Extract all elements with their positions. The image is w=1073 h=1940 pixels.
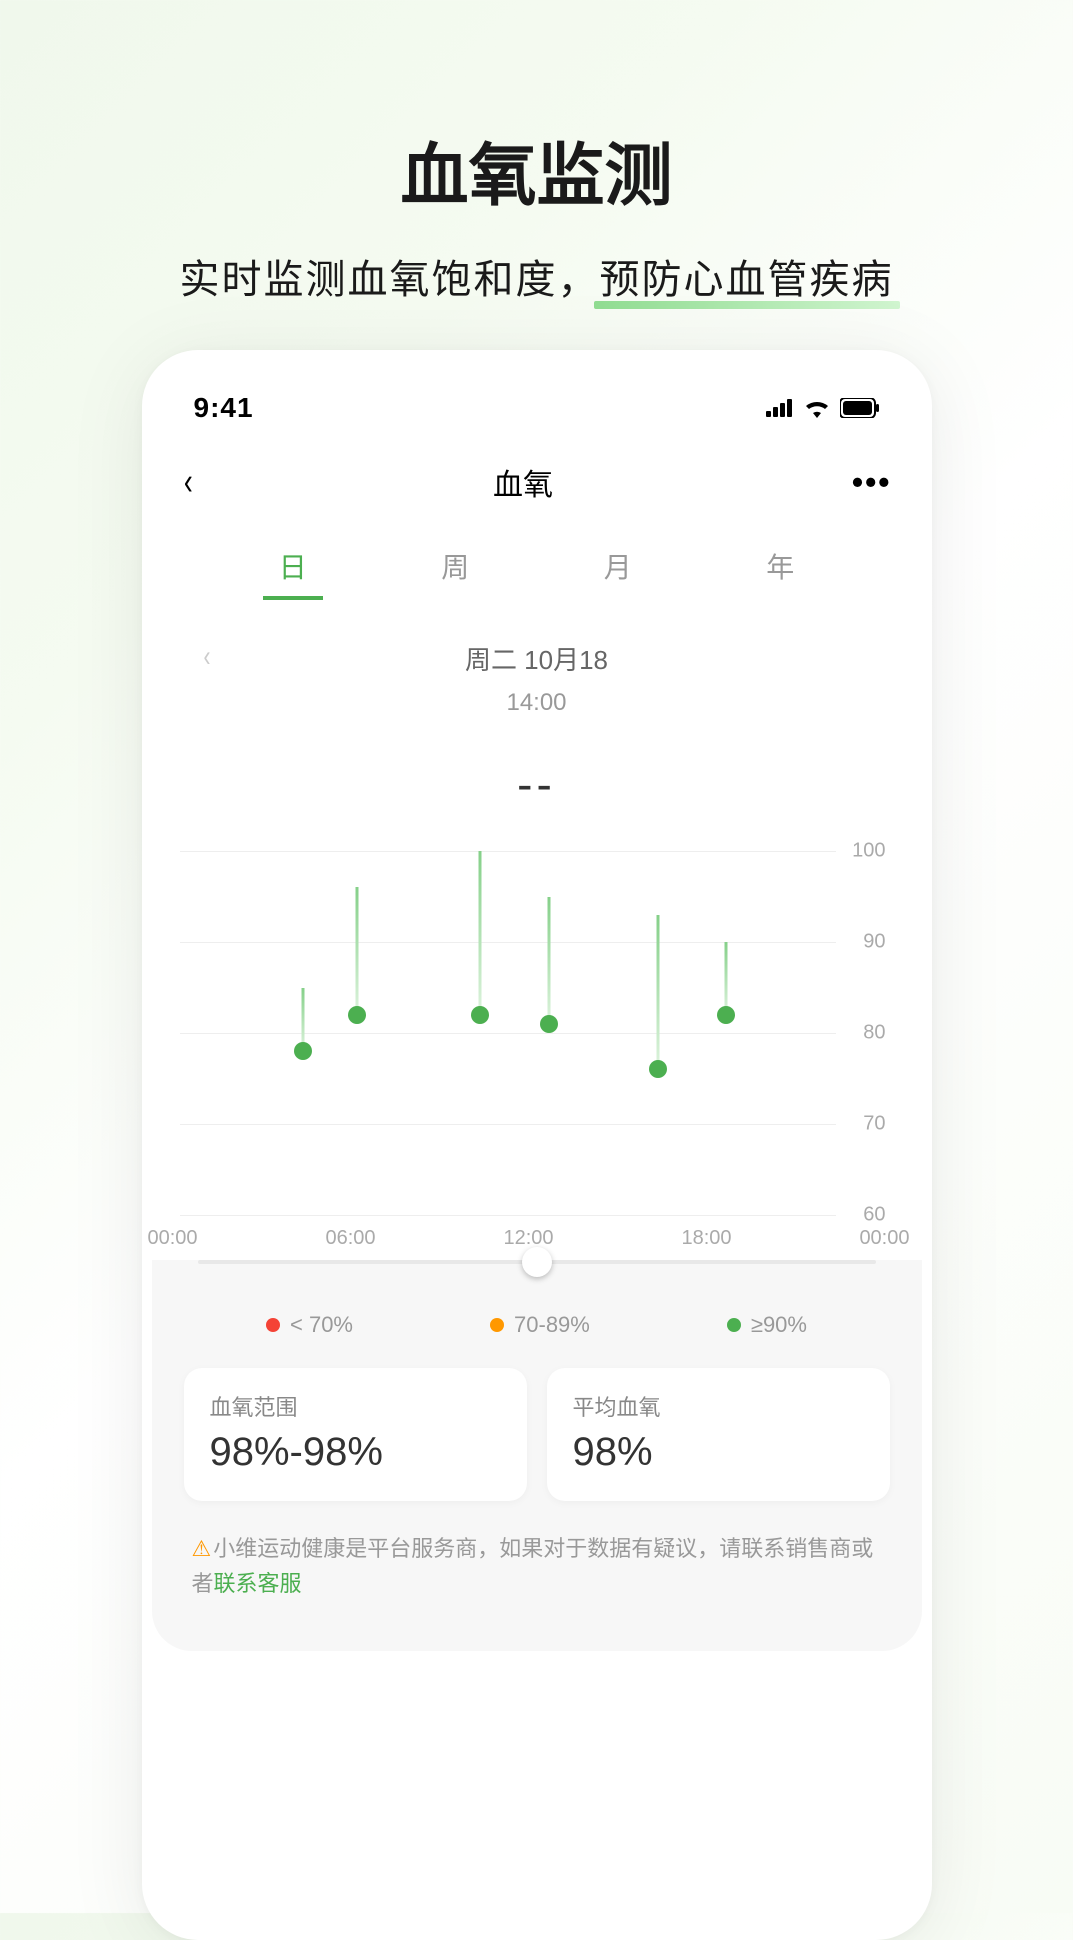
ytick-label: 60	[863, 1204, 885, 1227]
data-range	[479, 851, 482, 1015]
data-range	[356, 887, 359, 1014]
ytick-label: 100	[852, 840, 885, 863]
xtick-label: 06:00	[325, 1227, 375, 1250]
contact-link[interactable]: 联系客服	[214, 1571, 302, 1596]
subtitle-text: 实时监测血氧饱和度，	[180, 258, 600, 302]
xtick-label: 00:00	[148, 1227, 198, 1250]
current-value: --	[142, 757, 932, 811]
legend-label: 70-89%	[514, 1312, 590, 1338]
data-point	[348, 1006, 366, 1024]
period-tabs: 日周月年	[142, 516, 932, 600]
spo2-chart: 60708090100	[180, 851, 894, 1215]
data-point	[649, 1060, 667, 1078]
xtick-label: 12:00	[503, 1227, 553, 1250]
nav-title: 血氧	[493, 460, 553, 504]
tab-week[interactable]: 周	[425, 546, 485, 600]
time-slider[interactable]	[198, 1260, 876, 1264]
legend-item: < 70%	[266, 1312, 353, 1338]
metric-cards: 血氧范围 98%-98% 平均血氧 98%	[152, 1368, 922, 1501]
date-label: 周二 10月18	[142, 640, 932, 677]
chart-xaxis: 00:00 06:00 12:00 18:00 00:00	[142, 1215, 932, 1250]
legend-dot-icon	[490, 1318, 504, 1332]
clock: 9:41	[194, 392, 254, 424]
wifi-icon	[804, 398, 830, 418]
chart-legend: < 70% 70-89% ≥90%	[152, 1264, 922, 1368]
disclaimer-text: ⚠小维运动健康是平台服务商，如果对于数据有疑议，请联系销售商或者联系客服	[152, 1501, 922, 1631]
slider-handle[interactable]	[522, 1247, 552, 1277]
card-title: 血氧范围	[210, 1390, 501, 1422]
legend-dot-icon	[266, 1318, 280, 1332]
card-value: 98%	[573, 1430, 864, 1475]
data-range	[656, 915, 659, 1070]
card-value: 98%-98%	[210, 1430, 501, 1475]
tab-month[interactable]: 月	[588, 546, 648, 600]
card-title: 平均血氧	[573, 1390, 864, 1422]
battery-icon	[840, 398, 880, 418]
xtick-label: 00:00	[859, 1227, 909, 1250]
legend-item: 70-89%	[490, 1312, 590, 1338]
ytick-label: 80	[863, 1022, 885, 1045]
warning-icon: ⚠	[192, 1531, 212, 1566]
data-point	[471, 1006, 489, 1024]
page-title: 血氧监测	[0, 120, 1073, 219]
metric-card: 血氧范围 98%-98%	[184, 1368, 527, 1501]
date-nav: ‹ 周二 10月18 14:00	[142, 640, 932, 717]
page-subtitle: 实时监测血氧饱和度，预防心血管疾病	[0, 247, 1073, 305]
data-point	[540, 1015, 558, 1033]
data-point	[294, 1042, 312, 1060]
metric-card: 平均血氧 98%	[547, 1368, 890, 1501]
prev-day-icon[interactable]: ‹	[203, 640, 210, 674]
more-icon[interactable]: •••	[852, 464, 892, 501]
back-icon[interactable]: ‹	[183, 461, 192, 504]
subtitle-highlight: 预防心血管疾病	[600, 247, 894, 305]
legend-label: ≥90%	[751, 1312, 807, 1338]
data-point	[717, 1006, 735, 1024]
data-range	[725, 942, 728, 1015]
tab-year[interactable]: 年	[750, 546, 810, 600]
cellular-icon	[766, 399, 794, 417]
data-range	[547, 897, 550, 1024]
legend-item: ≥90%	[727, 1312, 807, 1338]
status-icons	[766, 398, 880, 418]
tab-day[interactable]: 日	[263, 546, 323, 600]
phone-frame: 9:41 ‹ 血氧 ••• 日 周 月 年 ‹ 周二 10月18 14:00 -- 6…	[142, 350, 932, 1940]
xtick-label: 18:00	[681, 1227, 731, 1250]
ytick-label: 70	[863, 1113, 885, 1136]
legend-label: < 70%	[290, 1312, 353, 1338]
time-label: 14:00	[142, 689, 932, 717]
nav-bar: ‹ 血氧 •••	[142, 438, 932, 516]
status-bar: 9:41	[142, 378, 932, 438]
legend-dot-icon	[727, 1318, 741, 1332]
ytick-label: 90	[863, 931, 885, 954]
